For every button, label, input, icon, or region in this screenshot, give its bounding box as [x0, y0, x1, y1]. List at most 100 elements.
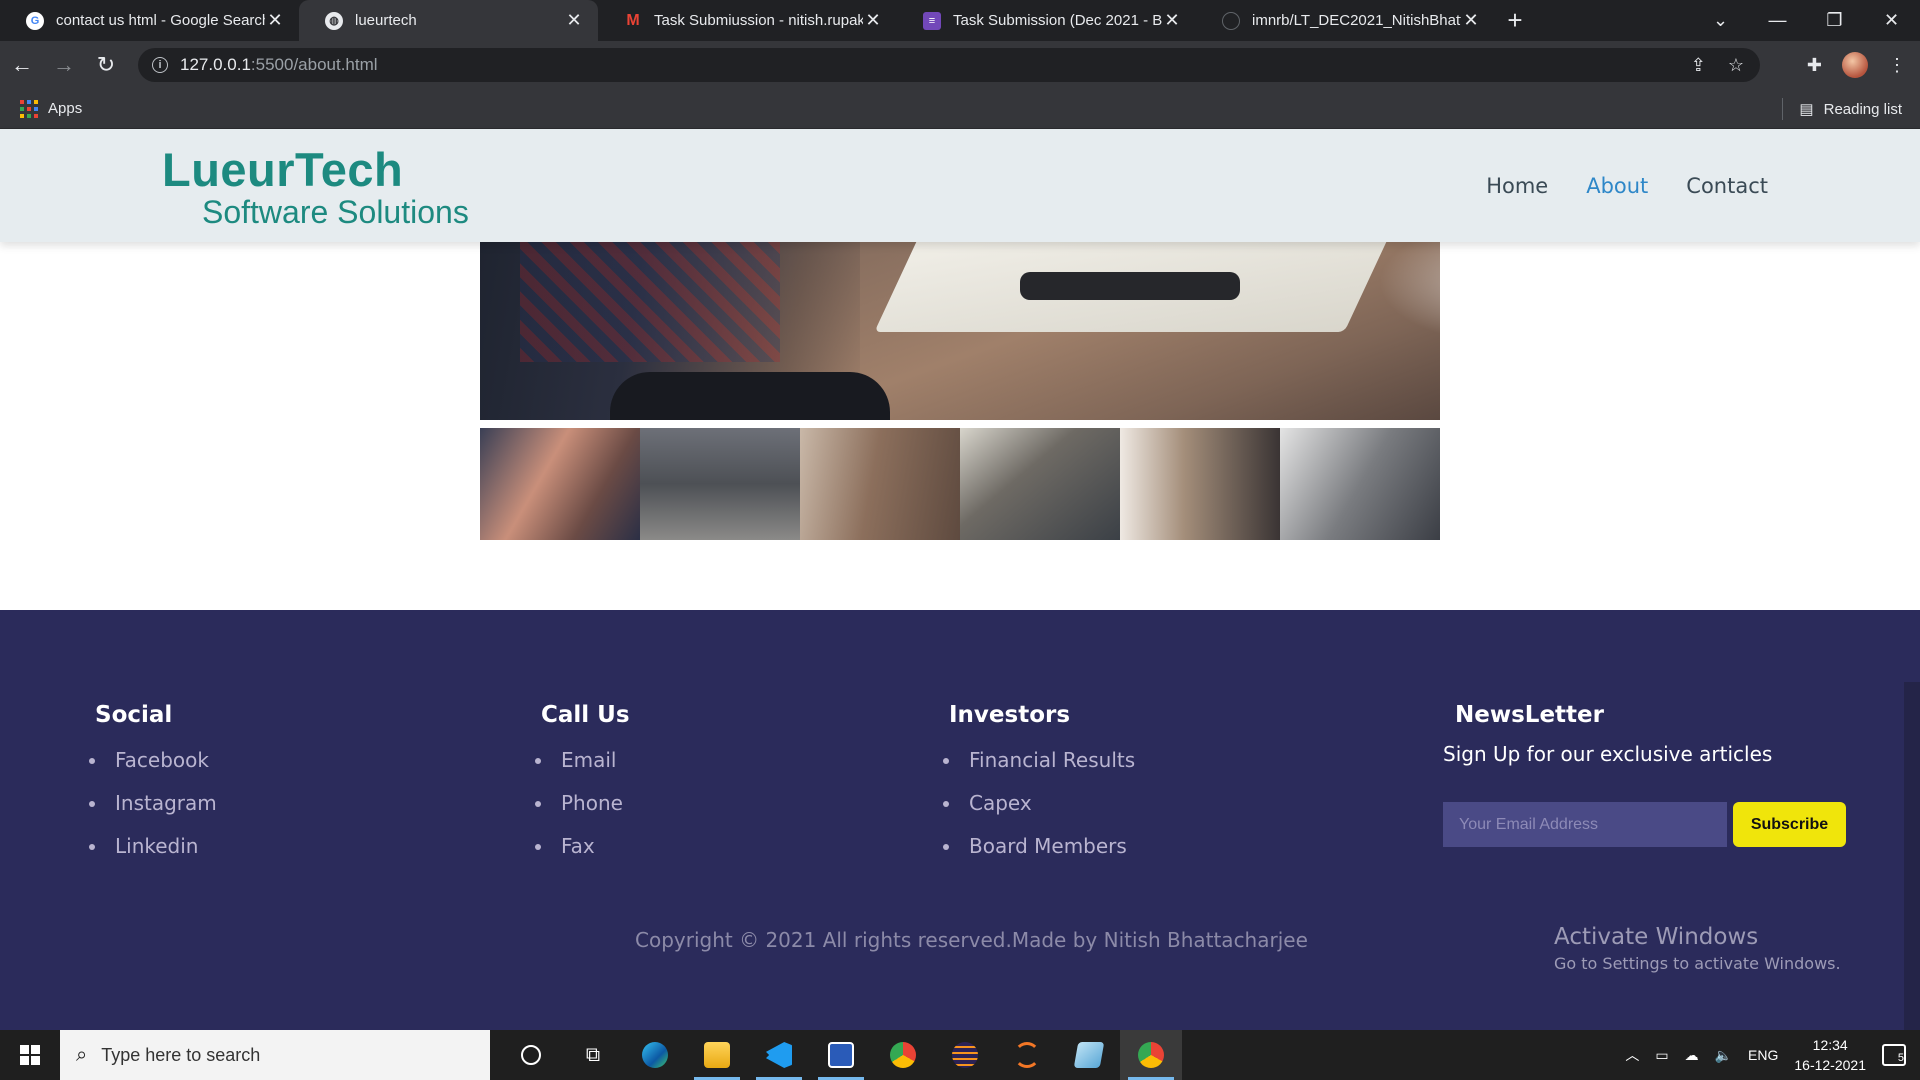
nav-about-link[interactable]: About	[1586, 174, 1648, 198]
nav-home-link[interactable]: Home	[1486, 174, 1548, 198]
clock-date: 16-12-2021	[1794, 1057, 1866, 1073]
bullet	[535, 801, 541, 807]
cortana-icon[interactable]	[500, 1030, 562, 1080]
gallery-image	[480, 428, 640, 540]
hero-chair	[610, 372, 890, 420]
capex-link[interactable]: Capex	[969, 791, 1032, 815]
reload-icon[interactable]: ↻	[86, 45, 126, 85]
browser-toolbar: ← → ↻ i 127.0.0.1:5500/about.html ⇪ ☆ ✚ …	[0, 41, 1920, 89]
windows-taskbar: ⌕ Type here to search ⧉ ︿ ▭ ☁ 🔈 ENG 12:3…	[0, 1030, 1920, 1080]
phone-link[interactable]: Phone	[561, 791, 623, 815]
instagram-link[interactable]: Instagram	[115, 791, 217, 815]
site-logo[interactable]: LueurTech Software Solutions	[162, 145, 469, 230]
facebook-link[interactable]: Facebook	[115, 748, 209, 772]
list-item[interactable]: Financial Results	[943, 748, 1135, 791]
minimize-icon[interactable]: —	[1749, 0, 1806, 41]
vscode-icon[interactable]	[748, 1030, 810, 1080]
bullet	[943, 844, 949, 850]
gallery-image	[1120, 428, 1280, 540]
devcpp-icon[interactable]	[810, 1030, 872, 1080]
close-window-icon[interactable]: ✕	[1863, 0, 1920, 41]
site-info-icon[interactable]: i	[152, 57, 168, 73]
fax-link[interactable]: Fax	[561, 834, 595, 858]
extensions-puzzle-icon[interactable]: ✚	[1807, 55, 1822, 76]
battery-icon[interactable]: ▭	[1655, 1047, 1668, 1064]
page-scrollbar[interactable]	[1904, 682, 1920, 1030]
linkedin-link[interactable]: Linkedin	[115, 834, 198, 858]
address-bar[interactable]: i 127.0.0.1:5500/about.html ⇪ ☆	[138, 48, 1760, 82]
system-tray: ︿ ▭ ☁ 🔈 ENG 12:34 16-12-2021 5	[1625, 1030, 1920, 1080]
bullet	[89, 844, 95, 850]
close-tab-icon[interactable]: ✕	[1162, 10, 1182, 31]
tab-search-icon[interactable]: ⌄	[1692, 0, 1749, 41]
share-icon[interactable]: ⇪	[1691, 55, 1706, 76]
notification-center-icon[interactable]: 5	[1882, 1044, 1906, 1066]
search-icon: ⌕	[76, 1043, 88, 1066]
list-item[interactable]: Facebook	[89, 748, 217, 791]
subscribe-button[interactable]: Subscribe	[1733, 802, 1846, 847]
list-item[interactable]: Board Members	[943, 834, 1135, 877]
language-indicator[interactable]: ENG	[1748, 1047, 1778, 1063]
network-icon[interactable]: ☁	[1685, 1047, 1699, 1064]
tab-google-forms[interactable]: ≡ Task Submission (Dec 2021 - Batc ✕	[897, 0, 1196, 41]
taskbar-apps: ⧉	[500, 1030, 1182, 1080]
gallery-image	[960, 428, 1120, 540]
back-arrow-icon[interactable]: ←	[2, 45, 42, 85]
tab-lueurtech[interactable]: ◍ lueurtech ✕	[299, 0, 598, 41]
jupyter-icon[interactable]	[996, 1030, 1058, 1080]
bullet	[535, 758, 541, 764]
forward-arrow-icon[interactable]: →	[44, 45, 84, 85]
nav-contact-link[interactable]: Contact	[1686, 174, 1768, 198]
notes-app-icon[interactable]	[1058, 1030, 1120, 1080]
close-tab-icon[interactable]: ✕	[564, 10, 584, 31]
start-button[interactable]	[0, 1030, 60, 1080]
list-item[interactable]: Instagram	[89, 791, 217, 834]
browser-tab-strip: G contact us html - Google Search ✕ ◍ lu…	[0, 0, 1920, 41]
photo-gallery-strip	[480, 428, 1440, 540]
tab-gmail[interactable]: M Task Submiussion - nitish.rupak@ ✕	[598, 0, 897, 41]
chrome-active-icon[interactable]	[1120, 1030, 1182, 1080]
tab-title: lueurtech	[355, 12, 417, 29]
list-item[interactable]: Fax	[535, 834, 630, 877]
profile-avatar[interactable]	[1842, 52, 1868, 78]
clock[interactable]: 12:34 16-12-2021	[1794, 1035, 1866, 1075]
newsletter-email-input[interactable]	[1443, 802, 1727, 847]
board-members-link[interactable]: Board Members	[969, 834, 1127, 858]
task-view-icon[interactable]: ⧉	[562, 1030, 624, 1080]
new-tab-button[interactable]: +	[1495, 0, 1535, 41]
bullet	[943, 758, 949, 764]
gmail-icon: M	[626, 11, 640, 29]
divider	[1782, 98, 1784, 120]
tab-github[interactable]: imnrb/LT_DEC2021_NitishBhattac ✕	[1196, 0, 1495, 41]
edge-icon[interactable]	[624, 1030, 686, 1080]
list-item[interactable]: Linkedin	[89, 834, 217, 877]
apps-bookmark[interactable]: Apps	[48, 100, 82, 117]
close-tab-icon[interactable]: ✕	[863, 10, 883, 31]
email-link[interactable]: Email	[561, 748, 617, 772]
financial-results-link[interactable]: Financial Results	[969, 748, 1135, 772]
list-item[interactable]: Capex	[943, 791, 1135, 834]
hero-phone	[1020, 272, 1240, 300]
reading-list-button[interactable]: ▤ Reading list	[1782, 89, 1902, 129]
eclipse-icon[interactable]	[934, 1030, 996, 1080]
tab-google-search[interactable]: G contact us html - Google Search ✕	[0, 0, 299, 41]
footer-social-column: Social Facebook Instagram Linkedin	[89, 702, 217, 877]
footer-heading: Social	[95, 702, 173, 728]
list-item[interactable]: Email	[535, 748, 630, 791]
watermark-subtitle: Go to Settings to activate Windows.	[1554, 954, 1841, 973]
list-item[interactable]: Phone	[535, 791, 630, 834]
volume-icon[interactable]: 🔈	[1715, 1047, 1732, 1064]
close-tab-icon[interactable]: ✕	[265, 10, 285, 31]
close-tab-icon[interactable]: ✕	[1461, 10, 1481, 31]
taskbar-search-box[interactable]: ⌕ Type here to search	[60, 1030, 490, 1080]
notification-count: 5	[1897, 1052, 1904, 1064]
restore-icon[interactable]: ❐	[1806, 0, 1863, 41]
chevron-up-icon[interactable]: ︿	[1625, 1045, 1639, 1065]
chrome-icon[interactable]	[872, 1030, 934, 1080]
tab-title: Task Submission (Dec 2021 - Batc	[953, 12, 1162, 29]
url-path: :5500/about.html	[250, 55, 378, 74]
menu-kebab-icon[interactable]: ⋮	[1888, 55, 1906, 76]
file-explorer-icon[interactable]	[686, 1030, 748, 1080]
tab-title: imnrb/LT_DEC2021_NitishBhattac	[1252, 12, 1461, 29]
bookmark-star-icon[interactable]: ☆	[1728, 55, 1744, 76]
